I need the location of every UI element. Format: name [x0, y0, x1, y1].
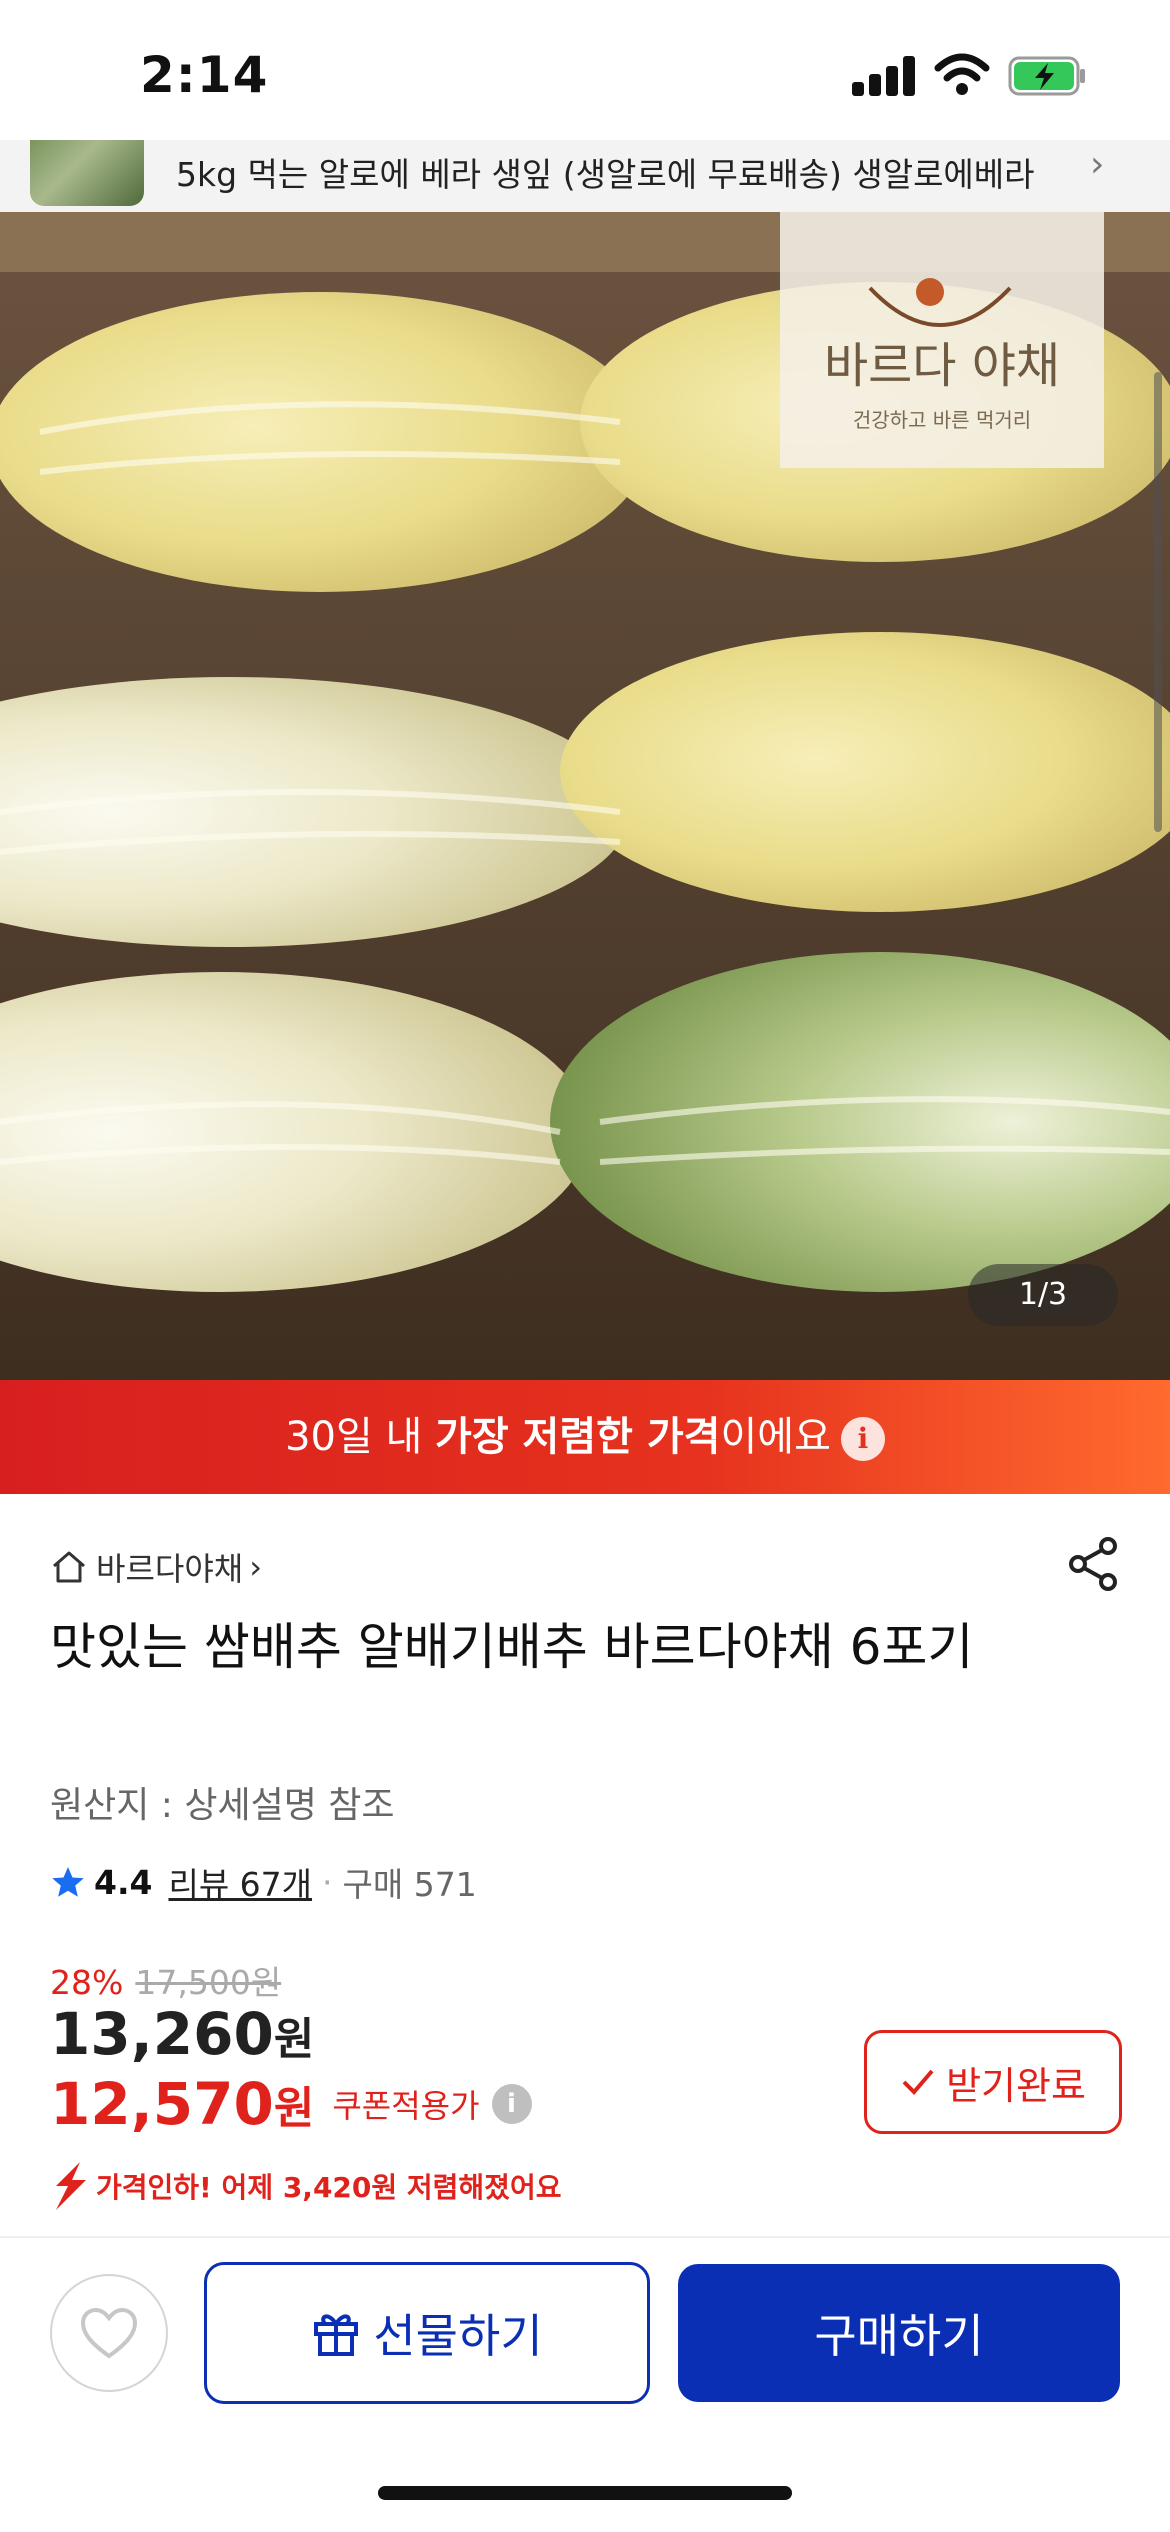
image-counter: 1/3 [968, 1264, 1118, 1326]
store-link[interactable]: 바르다야채 › [50, 1544, 262, 1590]
original-price: 17,500원 [135, 1963, 282, 2002]
svg-text:건강하고 바른 먹거리: 건강하고 바른 먹거리 [853, 408, 1031, 432]
coupon-received-button[interactable]: 받기완료 [864, 2030, 1122, 2134]
price-drop-notice: 가격인하! 어제 3,420원 저렴해졌어요 [50, 2160, 561, 2212]
store-name: 바르다야채 [96, 1550, 244, 1588]
wifi-icon [934, 53, 990, 95]
separator-dot: · [322, 1862, 333, 1902]
home-indicator[interactable] [378, 2486, 792, 2500]
discount-rate: 28% [50, 1963, 124, 2002]
banner-prefix: 30일 내 [285, 1414, 436, 1460]
battery-charging-icon [1008, 56, 1085, 96]
price-drop-text: 가격인하! 어제 3,420원 저렴해졌어요 [96, 2171, 562, 2204]
share-icon[interactable] [1066, 1536, 1122, 1592]
rating-value: 4.4 [94, 1862, 153, 1902]
sale-price-unit: 원 [273, 2014, 315, 2065]
status-bar: 2:14 [0, 0, 1170, 140]
checkmark-icon [902, 2069, 934, 2095]
star-icon [52, 1867, 84, 1897]
buy-button-label: 구매하기 [814, 2309, 984, 2363]
banner-suffix: 이에요 [720, 1414, 831, 1460]
sale-price: 13,260원 [50, 2000, 314, 2068]
product-title: 맛있는 쌈배추 알배기배추 바르다야채 6포기 [50, 1618, 974, 1676]
status-time: 2:14 [140, 46, 269, 104]
home-icon [53, 1551, 85, 1583]
gift-icon [314, 2314, 359, 2356]
coupon-label: 쿠폰적용가 [332, 2087, 480, 2125]
related-product-thumbnail [30, 140, 144, 206]
rating-row: 4.4 리뷰 67개 · 구매 571 [50, 1858, 477, 1906]
divider [0, 2236, 1170, 2238]
cellular-signal-icon [852, 56, 915, 96]
svg-text:바르다 야채: 바르다 야채 [824, 338, 1060, 394]
discount-row: 28% 17,500원 [50, 1956, 281, 2004]
chevron-right-icon: › [1090, 144, 1105, 185]
product-origin: 원산지 : 상세설명 참조 [50, 1785, 395, 1826]
coupon-price-unit: 원 [273, 2083, 315, 2134]
info-icon[interactable]: i [491, 2084, 532, 2124]
lowest-price-banner[interactable]: 30일 내 가장 저렴한 가격이에요 i [0, 1380, 1170, 1494]
coupon-received-label: 받기완료 [946, 2063, 1086, 2108]
banner-highlight: 가장 저렴한 가격 [435, 1414, 721, 1460]
coupon-price-number: 12,570 [50, 2070, 274, 2138]
review-link[interactable]: 리뷰 67개 [168, 1858, 312, 1906]
product-image-carousel[interactable]: 바르다 야채 건강하고 바른 먹거리 1/3 [0, 212, 1170, 1380]
price-drop-arrow-icon [56, 2162, 86, 2210]
info-icon[interactable]: i [840, 1417, 885, 1461]
buy-button[interactable]: 구매하기 [678, 2264, 1120, 2402]
chevron-right-icon: › [249, 1548, 262, 1586]
heart-icon [80, 2307, 138, 2359]
gift-button[interactable]: 선물하기 [204, 2262, 650, 2404]
related-product-bar[interactable]: 5kg 먹는 알로에 베라 생잎 (생알로에 무료배송) 생알로에베라 › [0, 140, 1170, 212]
wishlist-button[interactable] [50, 2274, 168, 2392]
sale-price-number: 13,260 [50, 2000, 274, 2068]
product-photo: 바르다 야채 건강하고 바른 먹거리 [0, 212, 1170, 1380]
coupon-price: 12,570 원 쿠폰적용가 i [50, 2070, 532, 2138]
purchase-count: 구매 571 [342, 1865, 477, 1904]
related-product-title: 5kg 먹는 알로에 베라 생잎 (생알로에 무료배송) 생알로에베라 [176, 155, 1035, 194]
scrollbar[interactable] [1154, 372, 1162, 832]
gift-button-label: 선물하기 [373, 2309, 543, 2363]
